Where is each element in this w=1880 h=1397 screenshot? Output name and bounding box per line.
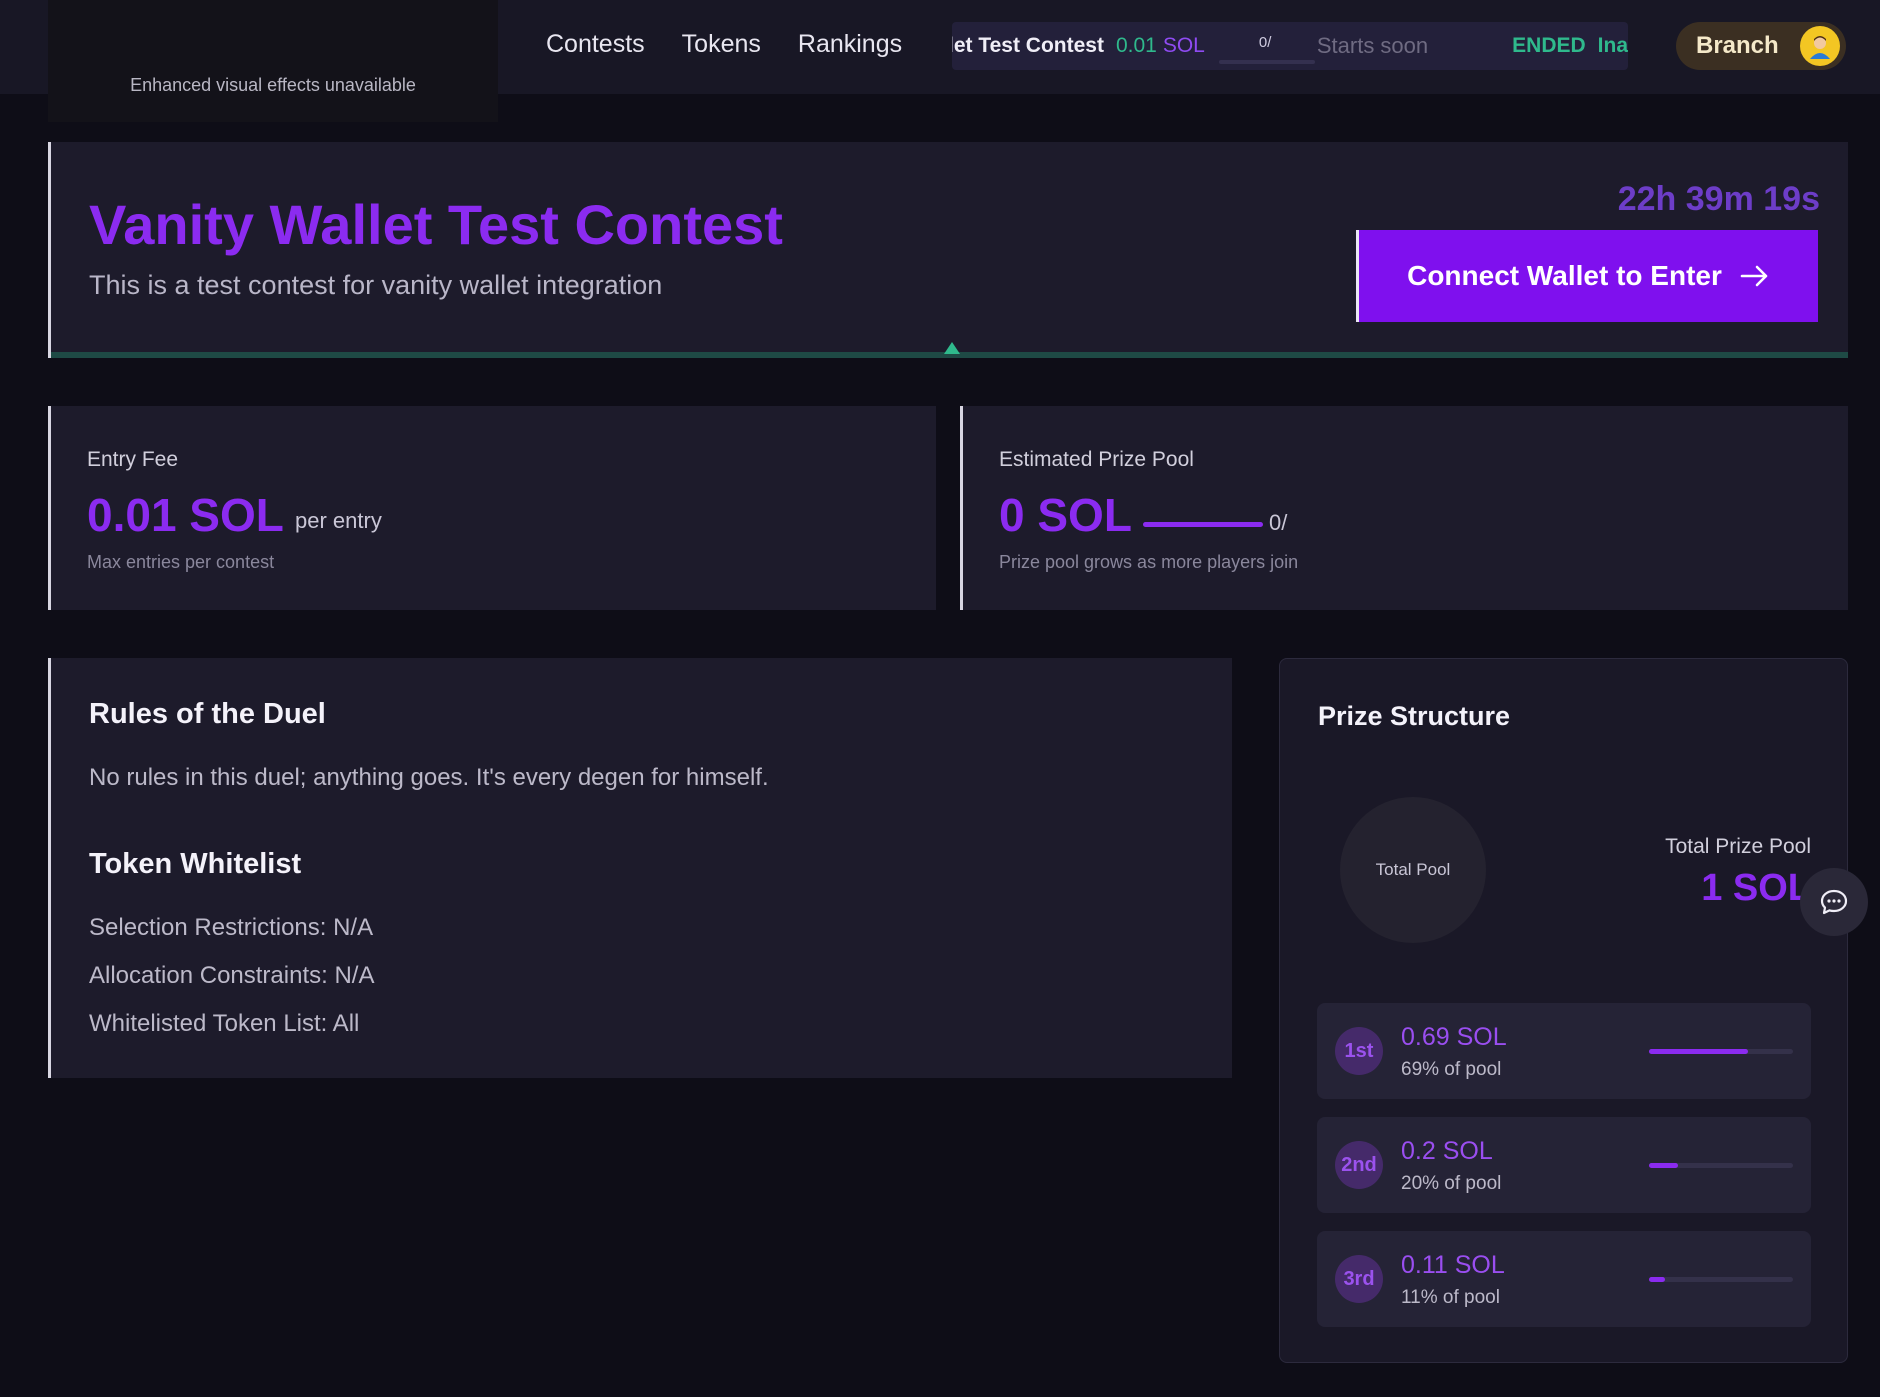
ticker-fee-unit: SOL bbox=[1162, 34, 1205, 57]
total-prize-pool-value: 1 SOL bbox=[1701, 867, 1811, 909]
prize-pool-sub: Prize pool grows as more players join bbox=[999, 552, 1299, 572]
nav-rankings[interactable]: Rankings bbox=[798, 30, 902, 59]
place-badge: 3rd bbox=[1335, 1255, 1383, 1303]
ticker-progress-label: 0/ bbox=[1258, 34, 1272, 51]
prize-structure-title: Prize Structure bbox=[1318, 701, 1511, 731]
user-name: Branch bbox=[1696, 32, 1779, 59]
allocation-constraints: Allocation Constraints: N/A bbox=[89, 962, 375, 989]
place-amount: 0.69 SOL bbox=[1401, 1023, 1507, 1051]
entry-fee-sub: Max entries per contest bbox=[87, 552, 275, 572]
selection-restrictions: Selection Restrictions: N/A bbox=[89, 914, 374, 941]
whitelist-title: Token Whitelist bbox=[89, 848, 302, 880]
place-percent: 11% of pool bbox=[1401, 1287, 1500, 1308]
total-prize-pool-label: Total Prize Pool bbox=[1665, 835, 1811, 858]
place-share-bar bbox=[1649, 1049, 1793, 1054]
ticker-fee: 0.01 bbox=[1115, 34, 1157, 57]
logo-area: Enhanced visual effects unavailable bbox=[48, 0, 498, 122]
rules-card: Rules of the Duel No rules in this duel;… bbox=[48, 658, 1232, 1078]
main-nav: Contests Tokens Rankings bbox=[546, 30, 902, 59]
rules-title: Rules of the Duel bbox=[89, 698, 326, 730]
entry-fee-card: Entry Fee 0.01 SOL per entry Max entries… bbox=[48, 406, 936, 610]
place-percent: 69% of pool bbox=[1401, 1059, 1502, 1080]
arrow-right-icon bbox=[1740, 265, 1768, 287]
whitelisted-token-list: Whitelisted Token List: All bbox=[89, 1010, 360, 1037]
prize-pool-value: 0 SOL bbox=[999, 489, 1132, 541]
prize-place-row: 1st 0.69 SOL 69% of pool bbox=[1317, 1003, 1811, 1099]
contest-description: This is a test contest for vanity wallet… bbox=[89, 270, 663, 300]
place-share-fill bbox=[1649, 1277, 1665, 1282]
ticker-progress-bar bbox=[1218, 60, 1315, 64]
entry-fee-value: 0.01 SOL bbox=[87, 489, 284, 541]
rules-text: No rules in this duel; anything goes. It… bbox=[89, 764, 769, 791]
ticker-next-item: Ina bbox=[1597, 34, 1628, 57]
place-badge: 1st bbox=[1335, 1027, 1383, 1075]
place-amount: 0.11 SOL bbox=[1401, 1251, 1505, 1279]
connect-wallet-label: Connect Wallet to Enter bbox=[1407, 260, 1722, 291]
place-share-bar bbox=[1649, 1163, 1793, 1168]
user-menu-button[interactable]: Branch bbox=[1676, 22, 1846, 70]
nav-tokens[interactable]: Tokens bbox=[682, 30, 761, 59]
contest-ticker[interactable]: let Test Contest 0.01 SOL 0/ Starts soon… bbox=[952, 22, 1628, 70]
contest-hero: Vanity Wallet Test Contest This is a tes… bbox=[48, 142, 1848, 358]
prize-pool-count: 0/ bbox=[1269, 510, 1288, 535]
ticker-ended-badge: ENDED bbox=[1512, 34, 1586, 57]
chat-button[interactable] bbox=[1800, 868, 1868, 936]
entry-fee-label: Entry Fee bbox=[87, 448, 179, 471]
total-pool-chart: Total Pool bbox=[1340, 797, 1486, 943]
connect-wallet-button[interactable]: Connect Wallet to Enter bbox=[1356, 230, 1818, 322]
ticker-status: Starts soon bbox=[1316, 33, 1429, 58]
prize-place-row: 3rd 0.11 SOL 11% of pool bbox=[1317, 1231, 1811, 1327]
place-badge: 2nd bbox=[1335, 1141, 1383, 1189]
top-header: Enhanced visual effects unavailable Cont… bbox=[0, 0, 1880, 122]
avatar bbox=[1800, 26, 1840, 66]
user-avatar-icon bbox=[1810, 36, 1830, 59]
place-share-fill bbox=[1649, 1049, 1749, 1054]
prize-pool-label: Estimated Prize Pool bbox=[999, 448, 1194, 471]
ticker-progress: 0/ bbox=[1218, 22, 1315, 70]
place-amount: 0.2 SOL bbox=[1401, 1137, 1493, 1165]
page-title: Vanity Wallet Test Contest bbox=[89, 193, 783, 256]
prize-place-row: 2nd 0.2 SOL 20% of pool bbox=[1317, 1117, 1811, 1213]
place-share-bar bbox=[1649, 1277, 1793, 1282]
progress-marker-icon bbox=[944, 342, 960, 354]
chat-bubble-icon bbox=[1820, 889, 1848, 915]
visual-effects-notice: Enhanced visual effects unavailable bbox=[130, 75, 416, 95]
prize-pool-bar bbox=[1143, 522, 1263, 527]
prize-structure-card: Prize Structure Total Pool Total Prize P… bbox=[1279, 658, 1848, 1363]
place-share-fill bbox=[1649, 1163, 1678, 1168]
prize-pool-card: Estimated Prize Pool 0 SOL 0/ Prize pool… bbox=[960, 406, 1848, 610]
place-percent: 20% of pool bbox=[1401, 1173, 1502, 1194]
countdown-timer: 22h 39m 19s bbox=[1617, 180, 1820, 218]
ticker-contest-name: let Test Contest bbox=[952, 34, 1104, 57]
nav-contests[interactable]: Contests bbox=[546, 30, 645, 59]
entry-fee-per: per entry bbox=[295, 508, 382, 533]
total-pool-circle-label: Total Pool bbox=[1375, 860, 1451, 879]
